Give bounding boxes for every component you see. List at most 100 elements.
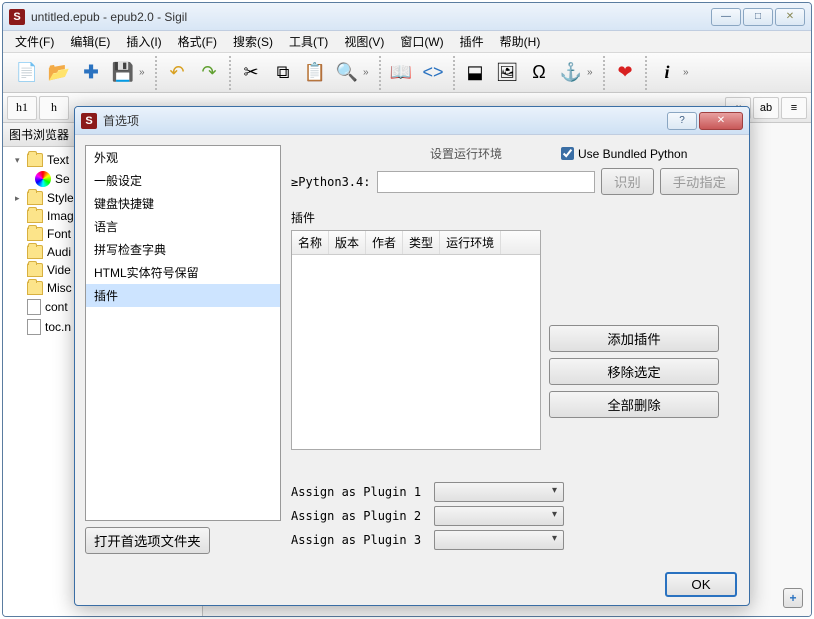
use-bundled-input[interactable] — [561, 147, 574, 160]
open-button[interactable]: 📂 — [44, 58, 74, 88]
plugins-group-label: 插件 — [291, 209, 739, 226]
menu-plugins[interactable]: 插件 — [452, 31, 492, 52]
minimize-button[interactable]: — — [711, 8, 741, 26]
use-bundled-checkbox[interactable]: Use Bundled Python — [561, 147, 687, 161]
h-button[interactable]: h — [39, 96, 69, 120]
codeview-button[interactable]: <> — [418, 58, 448, 88]
menu-window[interactable]: 窗口(W) — [392, 31, 451, 52]
paste-button[interactable]: 📋 — [300, 58, 330, 88]
cat-language[interactable]: 语言 — [86, 215, 280, 238]
save-button[interactable]: 💾 — [108, 58, 138, 88]
toolbar-expand-4[interactable]: » — [683, 67, 695, 78]
dialog-titlebar[interactable]: S 首选项 ? ✕ — [75, 107, 749, 135]
toolbar-expand-2[interactable]: » — [363, 67, 375, 78]
env-label: 设置运行环境 — [391, 145, 541, 162]
add-button[interactable]: ✚ — [76, 58, 106, 88]
cat-entities[interactable]: HTML实体符号保留 — [86, 261, 280, 284]
cat-appearance[interactable]: 外观 — [86, 146, 280, 169]
omega-icon: Ω — [528, 62, 550, 84]
code-icon: <> — [422, 62, 444, 84]
redo-icon: ↷ — [198, 62, 220, 84]
menu-file[interactable]: 文件(F) — [7, 31, 62, 52]
open-prefs-folder-button[interactable]: 打开首选项文件夹 — [85, 527, 210, 554]
plugins-panel: 设置运行环境 Use Bundled Python ≥Python3.4: 识别… — [291, 145, 739, 554]
add-panel-button[interactable]: + — [783, 588, 803, 608]
heart-icon: ❤ — [614, 62, 636, 84]
assign1-combo[interactable] — [434, 482, 564, 502]
new-button[interactable]: 📄 — [12, 58, 42, 88]
folder-open-icon: 📂 — [48, 62, 70, 84]
assign2-label: Assign as Plugin 2 — [291, 509, 426, 523]
dialog-help-button[interactable]: ? — [667, 112, 697, 130]
ok-button[interactable]: OK — [665, 572, 737, 597]
image-button[interactable]: 🖼 — [492, 58, 522, 88]
folder-icon — [27, 245, 43, 259]
remove-all-button[interactable]: 全部删除 — [549, 391, 719, 418]
plugins-table[interactable]: 名称 版本 作者 类型 运行环境 — [291, 230, 541, 450]
picture-icon: 🖼 — [496, 62, 518, 84]
menu-tools[interactable]: 工具(T) — [281, 31, 336, 52]
cut-button[interactable]: ✂ — [236, 58, 266, 88]
toolbar-expand-1[interactable]: » — [139, 67, 151, 78]
save-icon: 💾 — [112, 62, 134, 84]
dialog-title: 首选项 — [103, 112, 667, 129]
manual-set-button[interactable]: 手动指定 — [660, 168, 739, 195]
assign2-combo[interactable] — [434, 506, 564, 526]
th-type[interactable]: 类型 — [403, 231, 440, 254]
anchor-button[interactable]: ⚓ — [556, 58, 586, 88]
list-button[interactable]: ≡ — [781, 97, 807, 119]
menu-insert[interactable]: 插入(I) — [118, 31, 169, 52]
anchor-icon: ⚓ — [560, 62, 582, 84]
th-env[interactable]: 运行环境 — [440, 231, 501, 254]
split-button[interactable]: ⬓ — [460, 58, 490, 88]
scissors-icon: ✂ — [240, 62, 262, 84]
toolbar: 📄 📂 ✚ 💾 » ↶ ↷ ✂ ⧉ 📋 🔍 » 📖 <> ⬓ 🖼 Ω ⚓ » — [3, 53, 811, 93]
redo-button[interactable]: ↷ — [194, 58, 224, 88]
bookview-button[interactable]: 📖 — [386, 58, 416, 88]
menu-format[interactable]: 格式(F) — [170, 31, 225, 52]
menu-search[interactable]: 搜索(S) — [225, 31, 281, 52]
th-version[interactable]: 版本 — [329, 231, 366, 254]
close-button[interactable]: ✕ — [775, 8, 805, 26]
assign3-combo[interactable] — [434, 530, 564, 550]
preferences-dialog: S 首选项 ? ✕ 外观 一般设定 键盘快捷键 语言 拼写检查字典 HTML实体… — [74, 106, 750, 606]
prefs-category-list: 外观 一般设定 键盘快捷键 语言 拼写检查字典 HTML实体符号保留 插件 打开… — [85, 145, 281, 554]
menu-view[interactable]: 视图(V) — [336, 31, 392, 52]
dialog-close-button[interactable]: ✕ — [699, 112, 743, 130]
split-icon: ⬓ — [464, 62, 486, 84]
cat-spellcheck[interactable]: 拼写检查字典 — [86, 238, 280, 261]
toolbar-expand-3[interactable]: » — [587, 67, 599, 78]
undo-button[interactable]: ↶ — [162, 58, 192, 88]
specialchar-button[interactable]: Ω — [524, 58, 554, 88]
plugin-assignments: Assign as Plugin 1 Assign as Plugin 2 As… — [291, 478, 739, 554]
cat-shortcuts[interactable]: 键盘快捷键 — [86, 192, 280, 215]
file-icon — [27, 319, 41, 335]
ab-button[interactable]: ab — [753, 97, 779, 119]
menubar: 文件(F) 编辑(E) 插入(I) 格式(F) 搜索(S) 工具(T) 视图(V… — [3, 31, 811, 53]
copy-button[interactable]: ⧉ — [268, 58, 298, 88]
clipboard-icon: 📋 — [304, 62, 326, 84]
folder-icon — [27, 281, 43, 295]
category-listbox[interactable]: 外观 一般设定 键盘快捷键 语言 拼写检查字典 HTML实体符号保留 插件 — [85, 145, 281, 521]
info-icon: i — [656, 62, 678, 84]
identify-button[interactable]: 识别 — [601, 168, 654, 195]
cat-plugins[interactable]: 插件 — [86, 284, 280, 307]
python-path-input[interactable] — [377, 171, 595, 193]
book-icon: 📖 — [390, 62, 412, 84]
info-button[interactable]: i — [652, 58, 682, 88]
h1-button[interactable]: h1 — [7, 96, 37, 120]
file-icon — [27, 299, 41, 315]
folder-icon — [27, 153, 43, 167]
main-titlebar[interactable]: S untitled.epub - epub2.0 - Sigil — □ ✕ — [3, 3, 811, 31]
find-button[interactable]: 🔍 — [332, 58, 362, 88]
add-plugin-button[interactable]: 添加插件 — [549, 325, 719, 352]
maximize-button[interactable]: □ — [743, 8, 773, 26]
copy-icon: ⧉ — [272, 62, 294, 84]
th-name[interactable]: 名称 — [292, 231, 329, 254]
remove-selected-button[interactable]: 移除选定 — [549, 358, 719, 385]
cat-general[interactable]: 一般设定 — [86, 169, 280, 192]
menu-edit[interactable]: 编辑(E) — [62, 31, 118, 52]
menu-help[interactable]: 帮助(H) — [492, 31, 549, 52]
th-author[interactable]: 作者 — [366, 231, 403, 254]
donate-button[interactable]: ❤ — [610, 58, 640, 88]
